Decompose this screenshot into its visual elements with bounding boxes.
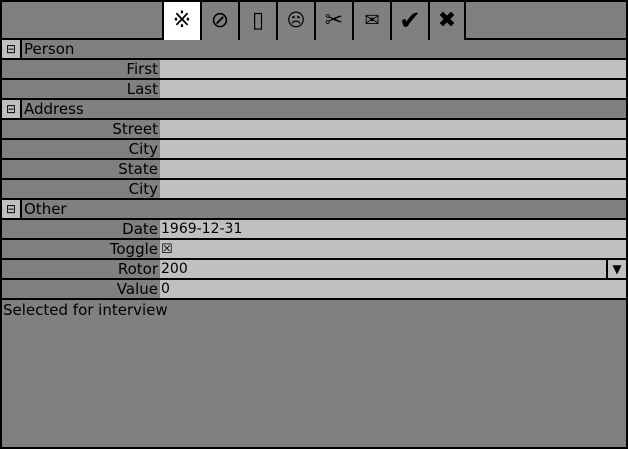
section-title: Person <box>24 40 75 58</box>
prohibited-button[interactable]: ⊘ <box>200 2 238 40</box>
check-button[interactable]: ✔ <box>390 2 428 40</box>
section-other: ⊟ Other <box>2 200 626 220</box>
field-label: State <box>2 160 160 178</box>
envelope-button[interactable]: ✉ <box>352 2 390 40</box>
asterism-button[interactable]: ※ <box>162 2 200 40</box>
street-input[interactable] <box>160 120 626 138</box>
date-input[interactable]: 1969-12-31 <box>160 220 626 238</box>
field-row-date: Date 1969-12-31 <box>2 220 626 240</box>
rotor-select[interactable]: 200 <box>160 260 626 278</box>
toggle-checkbox[interactable]: ☒ <box>160 240 626 258</box>
envelope-icon: ✉ <box>364 10 380 31</box>
value-input[interactable]: 0 <box>160 280 626 298</box>
blank-icon: ▯ <box>251 8 265 33</box>
field-row-value: Value 0 <box>2 280 626 300</box>
first-name-input[interactable] <box>160 60 626 78</box>
field-row-first: First <box>2 60 626 80</box>
city-input[interactable] <box>160 140 626 158</box>
collapse-icon[interactable]: ⊟ <box>2 40 22 58</box>
field-label: City <box>2 180 160 198</box>
scissors-button[interactable]: ✂ <box>314 2 352 40</box>
scissors-icon: ✂ <box>324 8 344 33</box>
section-title: Address <box>24 100 84 118</box>
frown-icon: ☹ <box>286 10 306 31</box>
state-input[interactable] <box>160 160 626 178</box>
field-label: Street <box>2 120 160 138</box>
collapse-icon[interactable]: ⊟ <box>2 100 22 118</box>
status-text: Selected for interview <box>3 301 168 319</box>
form-window: ※ ⊘ ▯ ☹ ✂ ✉ ✔ ✖ ⊟ Person First Last ⊟ Ad… <box>0 0 628 449</box>
field-row-last: Last <box>2 80 626 100</box>
field-row-city: City <box>2 140 626 160</box>
check-icon: ✔ <box>399 6 421 36</box>
section-address: ⊟ Address <box>2 100 626 120</box>
section-title: Other <box>24 200 67 218</box>
dropdown-arrow-icon[interactable]: ▼ <box>606 260 626 278</box>
x-icon: ✖ <box>437 8 457 33</box>
asterism-icon: ※ <box>172 8 192 33</box>
field-label: Value <box>2 280 160 298</box>
field-row-toggle: Toggle ☒ <box>2 240 626 260</box>
field-row-state: State <box>2 160 626 180</box>
section-person: ⊟ Person <box>2 40 626 60</box>
field-row-rotor: Rotor 200 ▼ <box>2 260 626 280</box>
field-label: Toggle <box>2 240 160 258</box>
field-label: Date <box>2 220 160 238</box>
x-button[interactable]: ✖ <box>428 2 466 40</box>
prohibited-icon: ⊘ <box>210 8 230 33</box>
field-label: City <box>2 140 160 158</box>
rotor-selected-value: 200 <box>161 261 188 277</box>
field-label: Rotor <box>2 260 160 278</box>
city-input-2[interactable] <box>160 180 626 198</box>
checkbox-checked-icon: ☒ <box>161 242 173 257</box>
toolbar: ※ ⊘ ▯ ☹ ✂ ✉ ✔ ✖ <box>2 2 626 40</box>
collapse-icon[interactable]: ⊟ <box>2 200 22 218</box>
field-label: Last <box>2 80 160 98</box>
frown-button[interactable]: ☹ <box>276 2 314 40</box>
blank-button[interactable]: ▯ <box>238 2 276 40</box>
field-row-street: Street <box>2 120 626 140</box>
field-row-city-2: City <box>2 180 626 200</box>
field-label: First <box>2 60 160 78</box>
last-name-input[interactable] <box>160 80 626 98</box>
